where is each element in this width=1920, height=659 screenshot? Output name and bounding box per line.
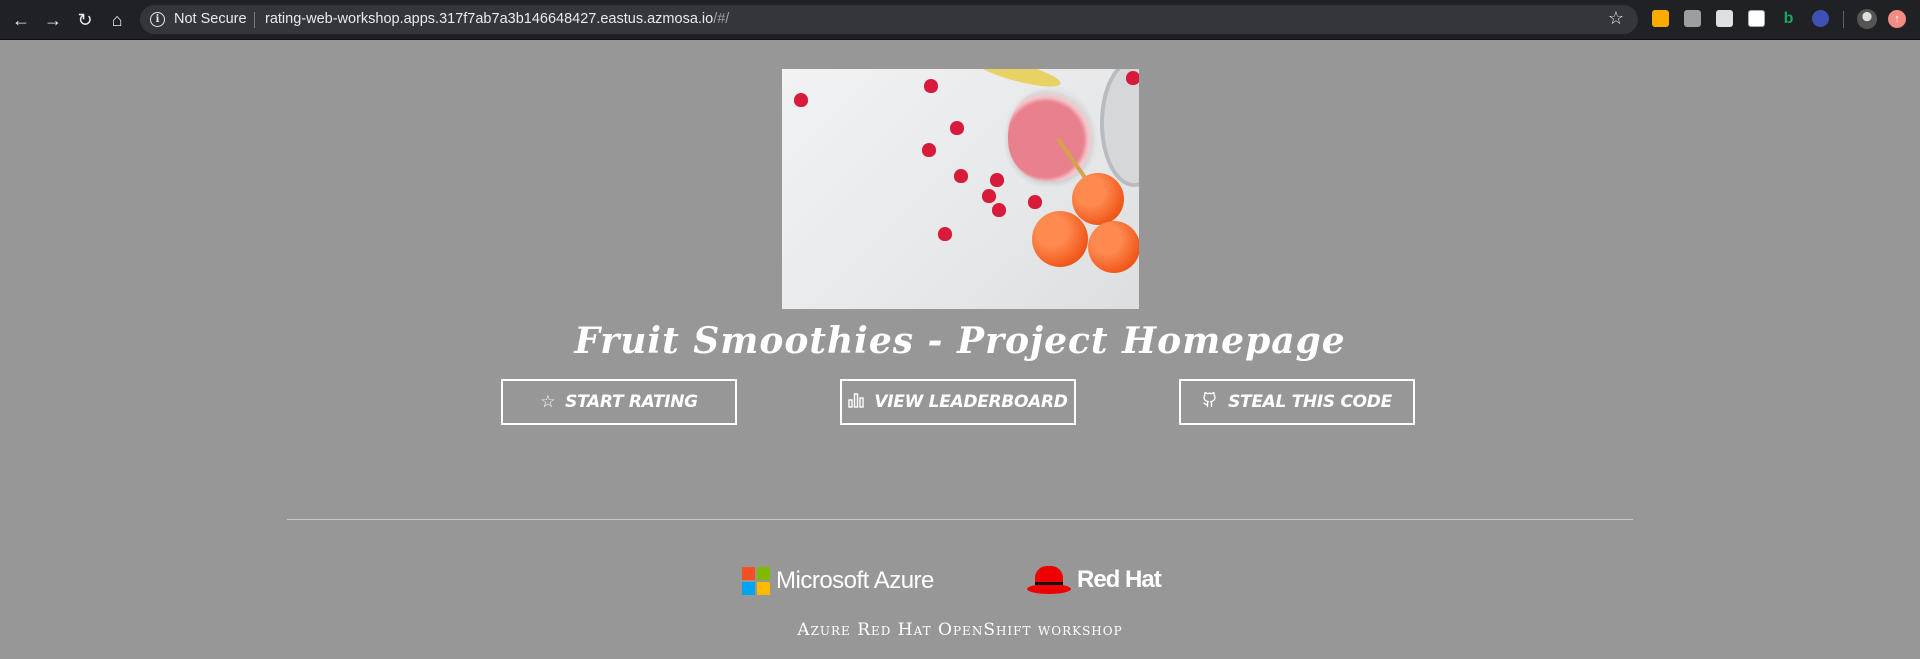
home-icon[interactable]: ⌂ <box>105 8 129 32</box>
star-icon: ☆ <box>540 392 556 412</box>
back-icon[interactable]: ← <box>9 8 33 32</box>
orange <box>1088 221 1139 273</box>
extension-icon-1[interactable] <box>1652 10 1669 27</box>
microsoft-azure-logo: Microsoft Azure <box>742 567 934 595</box>
view-leaderboard-label: View Leaderboard <box>874 392 1068 412</box>
url-path: /#/ <box>713 11 730 27</box>
orange <box>1072 173 1124 225</box>
bing-extension-icon[interactable]: b <box>1780 10 1797 27</box>
bowl-shape <box>1100 69 1139 187</box>
raspberry <box>938 227 952 241</box>
reload-icon[interactable]: ↻ <box>73 8 97 32</box>
raspberry <box>924 79 938 93</box>
raspberry <box>992 203 1006 217</box>
toolbar-separator <box>1843 11 1844 28</box>
microsoft-azure-label: Microsoft Azure <box>776 567 934 594</box>
raspberry <box>922 143 936 157</box>
extension-icon-2[interactable] <box>1684 10 1701 27</box>
red-hat-icon <box>1027 564 1071 596</box>
raspberry <box>794 93 808 107</box>
microsoft-logo-icon <box>742 567 770 595</box>
raspberry <box>982 189 996 203</box>
start-rating-button[interactable]: ☆ Start Rating <box>501 379 737 425</box>
extension-icon-6[interactable] <box>1812 10 1829 27</box>
steal-code-button[interactable]: Steal this code <box>1179 379 1415 425</box>
start-rating-label: Start Rating <box>565 392 698 412</box>
update-icon[interactable]: ↑ <box>1888 10 1906 28</box>
extension-icon-3[interactable] <box>1716 10 1733 27</box>
red-hat-label: Red Hat <box>1077 566 1162 593</box>
hero-image <box>782 69 1139 309</box>
raspberry <box>1126 71 1139 85</box>
extension-icon-4[interactable] <box>1748 10 1765 27</box>
url-text[interactable]: rating-web-workshop.apps.317f7ab7a3b1466… <box>265 11 729 27</box>
footer-caption: Azure Red Hat OpenShift workshop <box>797 620 1123 640</box>
bar-chart-icon <box>848 392 865 413</box>
profile-avatar[interactable] <box>1857 9 1877 29</box>
raspberry <box>954 169 968 183</box>
github-icon <box>1202 391 1218 413</box>
raspberry <box>950 121 964 135</box>
security-label[interactable]: Not Secure <box>174 11 247 27</box>
page-title: Fruit Smoothies - Project Homepage <box>574 320 1346 362</box>
forward-icon[interactable]: → <box>41 8 65 32</box>
browser-toolbar: ← → ↻ ⌂ i Not Secure rating-web-workshop… <box>0 0 1920 40</box>
url-host: rating-web-workshop.apps.317f7ab7a3b1466… <box>265 11 714 27</box>
address-bar[interactable]: i Not Secure rating-web-workshop.apps.31… <box>140 5 1638 34</box>
raspberry <box>1028 195 1042 209</box>
steal-code-label: Steal this code <box>1228 392 1392 412</box>
orange <box>1032 211 1088 267</box>
address-divider <box>254 12 255 28</box>
red-hat-logo: Red Hat <box>1027 564 1162 596</box>
info-icon[interactable]: i <box>150 12 165 27</box>
section-divider <box>287 519 1633 520</box>
view-leaderboard-button[interactable]: View Leaderboard <box>840 379 1076 425</box>
raspberry <box>990 173 1004 187</box>
bookmark-star-icon[interactable]: ☆ <box>1608 8 1624 29</box>
